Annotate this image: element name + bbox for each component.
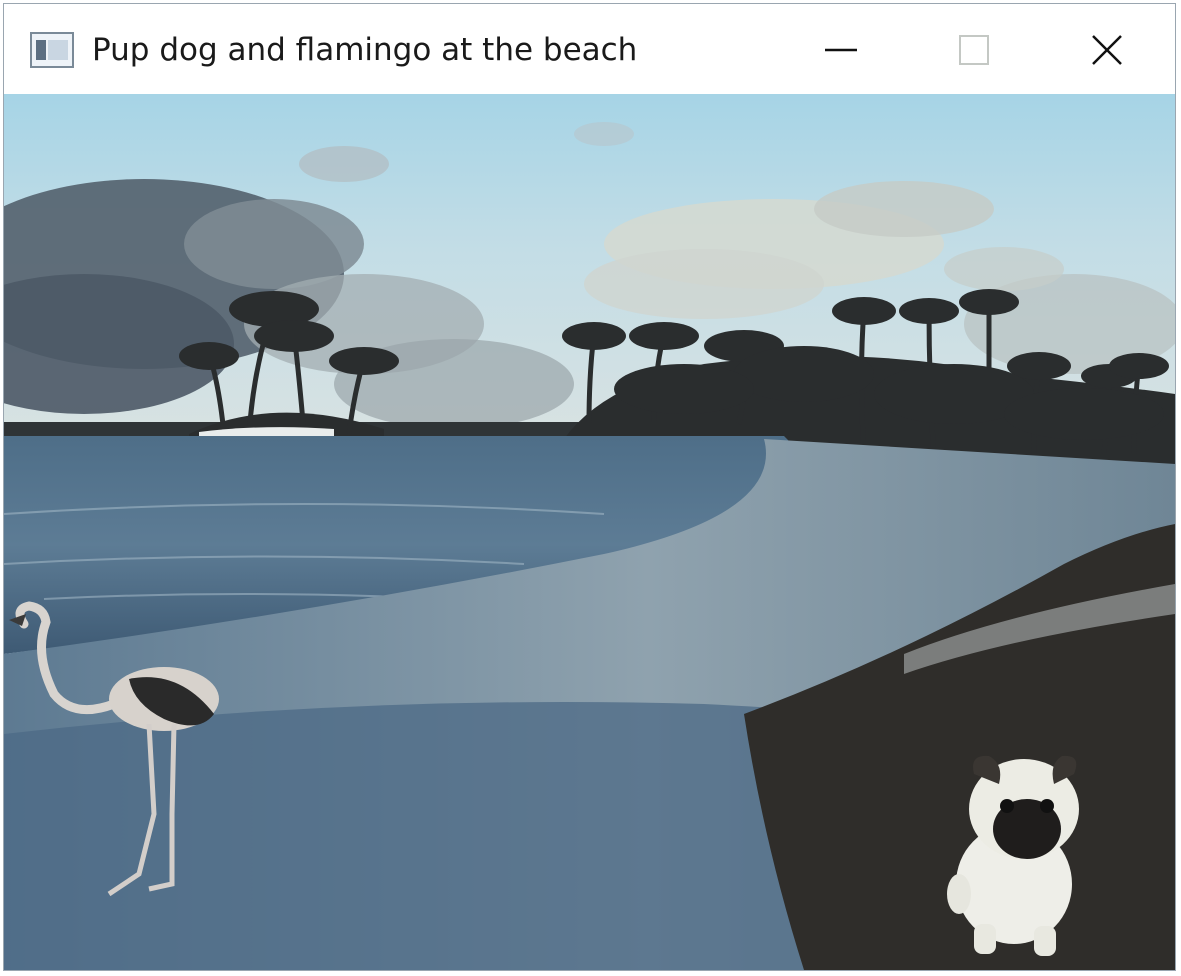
- minimize-icon: [825, 48, 857, 52]
- maximize-icon: [959, 35, 989, 65]
- close-button[interactable]: [1072, 22, 1142, 78]
- window-title: Pup dog and flamingo at the beach: [92, 32, 638, 68]
- beach-scene-canvas: [4, 94, 1175, 970]
- close-icon: [1092, 35, 1122, 65]
- maximize-button[interactable]: [939, 22, 1009, 78]
- app-window-icon: [30, 32, 74, 68]
- title-bar[interactable]: Pup dog and flamingo at the beach: [4, 4, 1175, 94]
- app-window: Pup dog and flamingo at the beach: [3, 3, 1176, 971]
- minimize-button[interactable]: [806, 22, 876, 78]
